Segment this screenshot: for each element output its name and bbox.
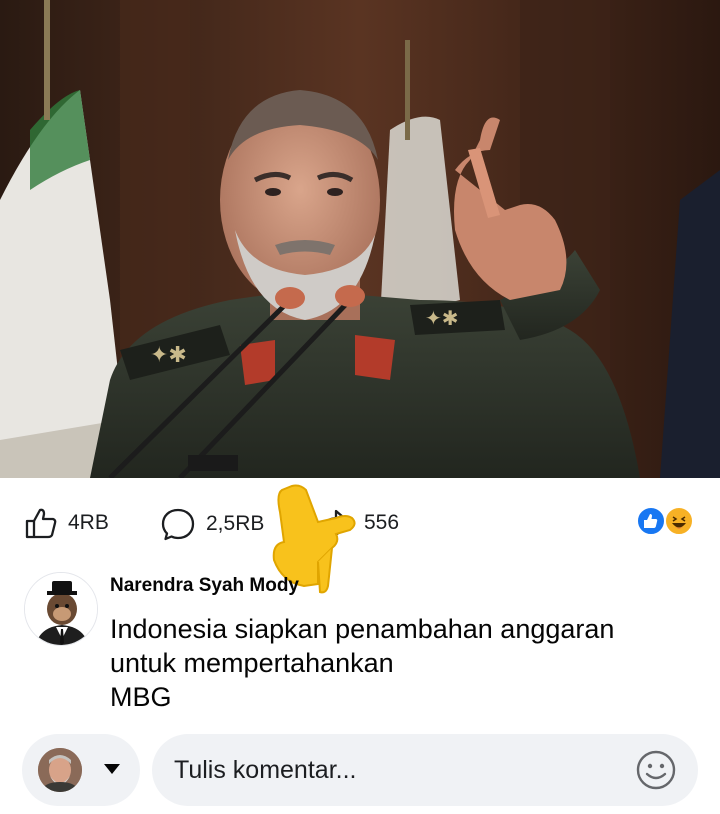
- commenter-name[interactable]: Narendra Syah Mody: [110, 575, 299, 597]
- chevron-down-icon: [104, 764, 120, 774]
- post-photo[interactable]: ✦✱ ✦✱: [0, 0, 720, 478]
- haha-reaction-icon: [664, 506, 694, 536]
- comment-text-line: untuk mempertahankan: [110, 648, 394, 678]
- reaction-summary[interactable]: [636, 506, 698, 538]
- like-count: 4RB: [68, 511, 109, 534]
- share-count: 556: [364, 511, 400, 534]
- comment-composer: Tulis komentar...: [0, 724, 720, 814]
- post-photo-art: ✦✱ ✦✱: [0, 0, 720, 478]
- comment-bubble-icon: [161, 508, 195, 541]
- commenter-avatar[interactable]: [24, 572, 98, 646]
- user-avatar-icon: [38, 748, 82, 792]
- thumbs-up-icon: [25, 508, 57, 539]
- like-reaction-icon: [636, 506, 666, 536]
- comment-text-line: Indonesia siapkan penambahan anggaran: [110, 614, 615, 644]
- comment-count: 2,5RB: [206, 512, 265, 535]
- comment-input[interactable]: Tulis komentar...: [152, 734, 698, 806]
- svg-text:✦✱: ✦✱: [150, 343, 187, 368]
- svg-text:✦✱: ✦✱: [425, 306, 459, 330]
- account-switcher-button[interactable]: [22, 734, 140, 806]
- like-count-button[interactable]: 4RB: [24, 506, 109, 540]
- comment-input-placeholder: Tulis komentar...: [174, 756, 357, 784]
- comment-text-line: MBG: [110, 682, 172, 712]
- comment-text: Indonesia siapkan penambahan anggaran un…: [110, 612, 700, 714]
- comment-item: Narendra Syah Mody Indonesia siapkan pen…: [0, 564, 720, 724]
- comment-count-button[interactable]: 2,5RB: [160, 506, 264, 542]
- monkey-avatar-icon: [25, 573, 97, 645]
- current-user-avatar: [38, 748, 82, 792]
- emoji-smile-icon[interactable]: [634, 748, 678, 792]
